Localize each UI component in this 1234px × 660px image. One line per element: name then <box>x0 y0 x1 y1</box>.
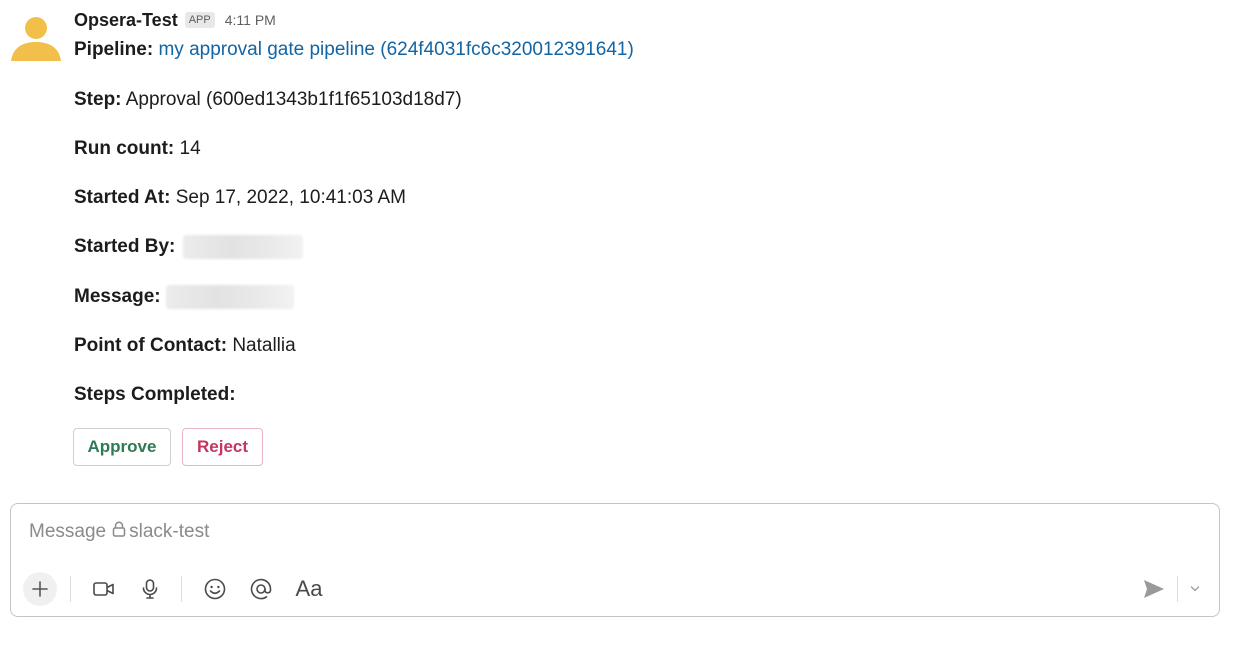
message-composer[interactable]: Message slack-test Aa <box>10 503 1220 617</box>
pipeline-line: Pipeline: my approval gate pipeline (624… <box>74 37 634 63</box>
message-input[interactable]: Message slack-test <box>29 521 209 543</box>
plus-icon[interactable] <box>23 572 57 606</box>
pipeline-label: Pipeline: <box>74 39 154 60</box>
started-by-label: Started By: <box>74 236 176 257</box>
chevron-down-icon[interactable] <box>1185 576 1205 602</box>
video-icon[interactable] <box>89 574 119 604</box>
point-of-contact-label: Point of Contact: <box>74 335 228 356</box>
steps-completed-label: Steps Completed: <box>74 384 236 405</box>
point-of-contact-value: Natallia <box>232 335 296 356</box>
message-redacted <box>165 284 294 309</box>
steps-completed-line: Steps Completed: <box>74 382 236 408</box>
message-line: Message: <box>74 284 294 310</box>
step-line: Step: Approval (600ed1343b1f1f65103d18d7… <box>74 87 462 113</box>
started-by-redacted <box>182 234 303 259</box>
run-count-value: 14 <box>179 138 201 159</box>
toolbar-divider <box>70 576 71 602</box>
user-avatar-icon[interactable] <box>11 11 61 61</box>
step-label: Step: <box>74 89 122 110</box>
lock-icon <box>112 521 126 543</box>
sender-name[interactable]: Opsera-Test <box>74 10 178 31</box>
message-header: Opsera-Test APP 4:11 PM <box>74 8 276 32</box>
approve-button[interactable]: Approve <box>73 428 171 466</box>
started-at-value: Sep 17, 2022, 10:41:03 AM <box>175 187 406 208</box>
run-count-line: Run count: 14 <box>74 136 201 162</box>
pipeline-link[interactable]: my approval gate pipeline (624f4031fc6c3… <box>158 39 633 60</box>
run-count-label: Run count: <box>74 138 175 159</box>
message-input-placeholder: Message <box>29 521 107 542</box>
started-at-line: Started At: Sep 17, 2022, 10:41:03 AM <box>74 185 406 211</box>
emoji-icon[interactable] <box>200 574 230 604</box>
started-at-label: Started At: <box>74 187 171 208</box>
message-label: Message: <box>74 286 161 307</box>
toolbar-divider <box>181 576 182 602</box>
mention-icon[interactable] <box>246 574 276 604</box>
send-icon[interactable] <box>1139 574 1169 604</box>
microphone-icon[interactable] <box>135 574 165 604</box>
send-divider <box>1177 576 1178 602</box>
channel-name: slack-test <box>129 521 210 542</box>
step-value: Approval (600ed1343b1f1f65103d18d7) <box>125 89 462 110</box>
point-of-contact-line: Point of Contact: Natallia <box>74 333 296 359</box>
started-by-line: Started By: <box>74 234 303 260</box>
reject-button[interactable]: Reject <box>182 428 263 466</box>
format-text-button[interactable]: Aa <box>292 574 326 604</box>
timestamp[interactable]: 4:11 PM <box>225 12 276 28</box>
app-badge: APP <box>184 12 215 28</box>
